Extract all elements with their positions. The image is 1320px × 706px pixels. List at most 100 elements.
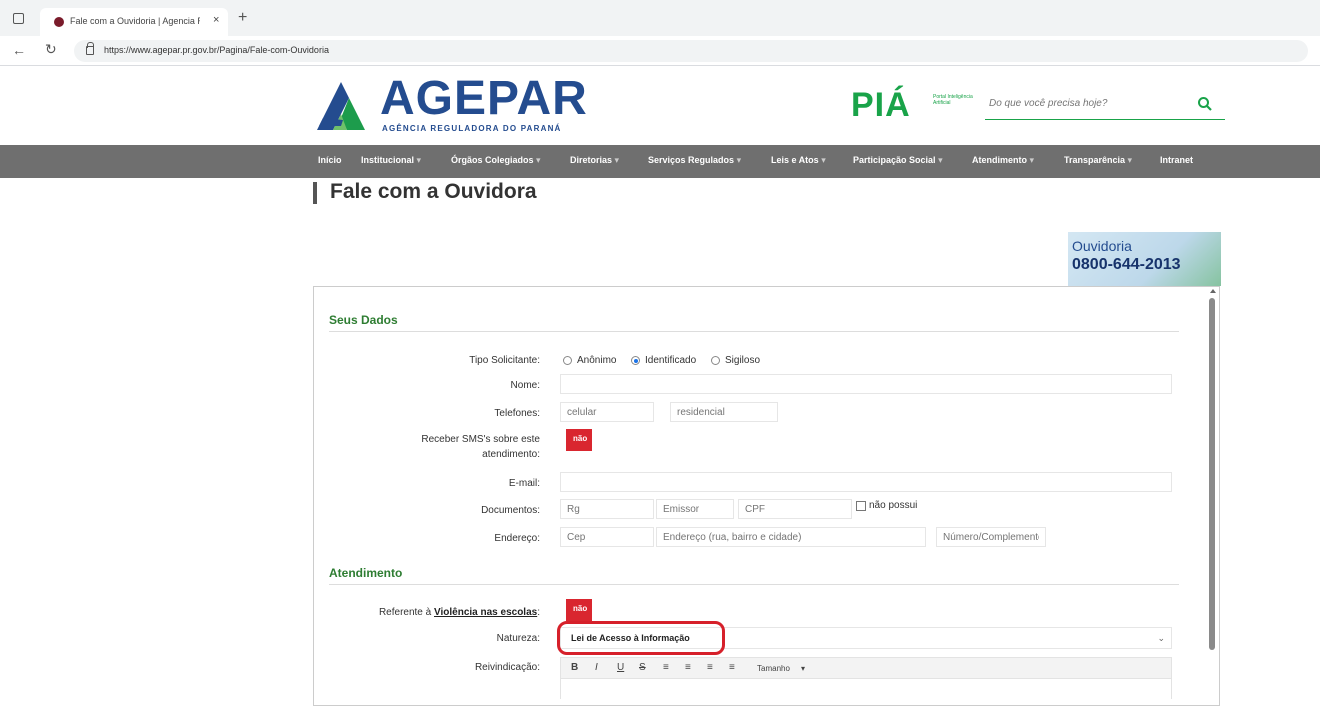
toggle-label: não xyxy=(573,604,588,613)
chevron-down-icon: ▾ xyxy=(536,155,541,165)
radio-anonimo[interactable] xyxy=(563,356,572,365)
pia-logo[interactable]: PIÁ xyxy=(851,88,911,122)
reivindicacao-label: Reivindicação: xyxy=(474,662,540,673)
endereco-field[interactable] xyxy=(656,527,926,547)
violencia-suffix: : xyxy=(537,607,540,618)
url-field[interactable]: https://www.agepar.pr.gov.br/Pagina/Fale… xyxy=(74,40,1308,62)
ouvidoria-phone: 0800-644-2013 xyxy=(1072,256,1181,273)
ouvidoria-label: Ouvidoria xyxy=(1072,238,1132,254)
align-right-icon[interactable]: ≡ xyxy=(707,662,713,673)
window-icon[interactable] xyxy=(13,13,24,24)
italic-button[interactable]: I xyxy=(595,662,598,673)
reivindicacao-editor[interactable] xyxy=(560,679,1172,699)
natureza-highlight-annotation xyxy=(557,621,725,655)
nav-item-label: Início xyxy=(318,155,342,165)
nav-item-inicio[interactable]: Início xyxy=(318,155,342,165)
sms-label-line-2: atendimento: xyxy=(482,449,540,460)
nome-label: Nome: xyxy=(510,380,540,391)
chevron-down-icon: ▾ xyxy=(416,155,422,165)
align-center-icon[interactable]: ≡ xyxy=(685,662,691,673)
sms-toggle[interactable]: não xyxy=(566,429,592,451)
violencia-toggle[interactable]: não xyxy=(566,599,592,621)
page-title: Fale com a Ouvidora xyxy=(330,180,537,203)
chevron-down-icon: ▾ xyxy=(1127,155,1133,165)
nav-item-label: Intranet xyxy=(1160,155,1194,165)
url-text[interactable]: https://www.agepar.pr.gov.br/Pagina/Fale… xyxy=(104,45,329,55)
search-input[interactable] xyxy=(989,98,1179,109)
section-heading-atendimento: Atendimento xyxy=(329,566,403,580)
font-size-dropdown[interactable]: Tamanho xyxy=(757,664,790,673)
toggle-label: não xyxy=(573,434,588,443)
radio-sigiloso[interactable] xyxy=(711,356,720,365)
nav-item-atendimento[interactable]: Atendimento ▾ xyxy=(972,155,1034,166)
reload-icon[interactable]: ↻ xyxy=(45,41,57,58)
radio-label-anonimo[interactable]: Anônimo xyxy=(577,355,616,366)
align-justify-icon[interactable]: ≡ xyxy=(729,662,735,673)
emissor-field[interactable] xyxy=(656,499,734,519)
violencia-prefix: Referente à xyxy=(378,607,432,618)
nav-item-label: Participação Social xyxy=(853,155,936,165)
align-left-icon[interactable]: ≡ xyxy=(663,662,669,673)
cpf-field[interactable] xyxy=(738,499,852,519)
nav-item-intranet[interactable]: Intranet xyxy=(1160,155,1193,165)
tipo-solicitante-label: Tipo Solicitante: xyxy=(469,355,540,366)
bold-button[interactable]: B xyxy=(571,662,578,673)
nome-field[interactable] xyxy=(560,374,1172,394)
residencial-field[interactable] xyxy=(670,402,778,422)
nav-item-label: Institucional xyxy=(361,155,415,165)
ouvidoria-banner[interactable]: Ouvidoria 0800-644-2013 xyxy=(1068,232,1221,286)
scroll-up-arrow-icon[interactable] xyxy=(1210,289,1216,293)
main-nav: Início Institucional ▾ Órgãos Colegiados… xyxy=(0,145,1320,178)
nav-item-label: Órgãos Colegiados xyxy=(451,155,534,165)
nav-item-leis-e-atos[interactable]: Leis e Atos ▾ xyxy=(771,155,826,166)
back-arrow-icon[interactable]: ← xyxy=(12,42,26,58)
nav-item-transparencia[interactable]: Transparência ▾ xyxy=(1064,155,1132,166)
chevron-down-icon[interactable]: ▾ xyxy=(801,664,805,673)
search-box xyxy=(985,90,1225,120)
nav-item-label: Transparência xyxy=(1064,155,1126,165)
nav-item-servicos-regulados[interactable]: Serviços Regulados ▾ xyxy=(648,155,741,166)
lock-icon[interactable] xyxy=(86,42,94,55)
scrollbar-thumb[interactable] xyxy=(1209,298,1215,650)
tab-close-icon[interactable]: × xyxy=(213,14,219,26)
chevron-down-icon: ▾ xyxy=(1029,155,1035,165)
email-field[interactable] xyxy=(560,472,1172,492)
radio-label-sigiloso[interactable]: Sigiloso xyxy=(725,355,760,366)
rg-field[interactable] xyxy=(560,499,654,519)
documentos-label: Documentos: xyxy=(481,505,540,516)
browser-tab[interactable]: Fale com a Ouvidoria | Agencia Re × xyxy=(40,8,228,36)
nav-item-orgaos-colegiados[interactable]: Órgãos Colegiados ▾ xyxy=(451,155,541,166)
chevron-down-icon: ⌄ xyxy=(1157,633,1165,643)
agepar-logo-icon[interactable] xyxy=(313,80,377,132)
nao-possui-label[interactable]: não possui xyxy=(869,500,917,511)
cep-field[interactable] xyxy=(560,527,654,547)
logo-name[interactable]: AGEPAR xyxy=(380,74,588,124)
nav-item-institucional[interactable]: Institucional ▾ xyxy=(361,155,421,166)
section-divider xyxy=(329,331,1179,332)
violencia-label: Referente à Violência nas escolas: xyxy=(330,607,540,618)
strikethrough-button[interactable]: S xyxy=(639,662,646,673)
nao-possui-checkbox[interactable] xyxy=(856,501,866,511)
sms-label: Receber SMS's sobre este xyxy=(421,434,540,445)
favicon-icon xyxy=(54,17,64,27)
nav-item-diretorias[interactable]: Diretorias ▾ xyxy=(570,155,619,166)
radio-label-identificado[interactable]: Identificado xyxy=(645,355,696,366)
nav-item-participacao-social[interactable]: Participação Social ▾ xyxy=(853,155,943,166)
nav-item-label: Atendimento xyxy=(972,155,1027,165)
search-icon[interactable] xyxy=(1197,96,1213,112)
numero-field[interactable] xyxy=(936,527,1046,547)
title-accent-bar xyxy=(313,182,317,204)
email-label: E-mail: xyxy=(508,478,540,489)
tab-title: Fale com a Ouvidoria | Agencia Re xyxy=(70,16,200,26)
radio-identificado[interactable] xyxy=(631,356,640,365)
chevron-down-icon: ▾ xyxy=(821,155,826,165)
underline-button[interactable]: U xyxy=(617,662,624,673)
endereco-label: Endereço: xyxy=(494,533,540,544)
address-bar: ← ↻ https://www.agepar.pr.gov.br/Pagina/… xyxy=(0,36,1320,66)
celular-field[interactable] xyxy=(560,402,654,422)
new-tab-icon[interactable]: + xyxy=(238,10,247,26)
section-heading-seus-dados: Seus Dados xyxy=(329,313,398,327)
nav-item-label: Serviços Regulados xyxy=(648,155,735,165)
violencia-escolas-link[interactable]: Violência nas escolas xyxy=(434,607,537,618)
browser-tabbar: Fale com a Ouvidoria | Agencia Re × + xyxy=(0,0,1320,36)
